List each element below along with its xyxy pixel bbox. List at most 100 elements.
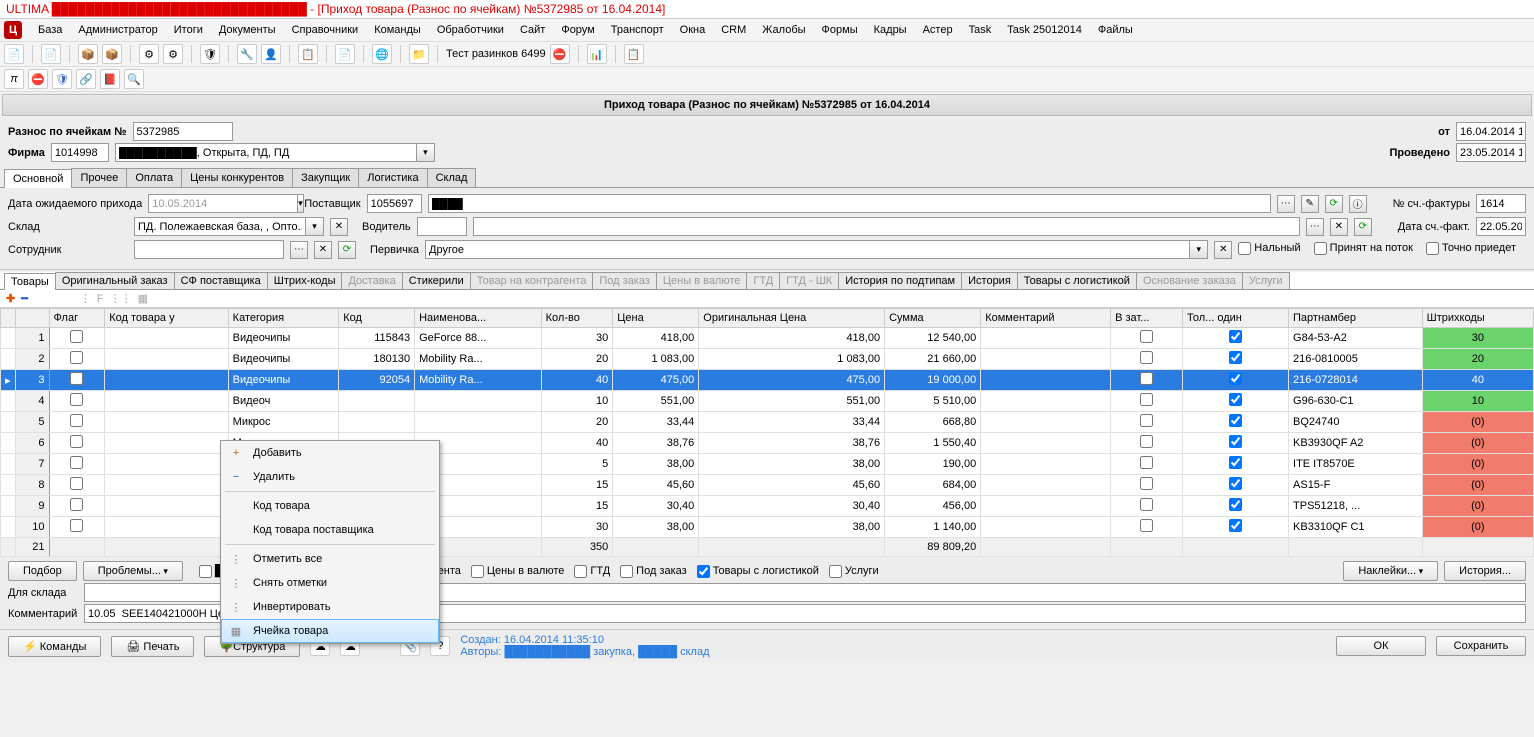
grid-column-header[interactable]: Код: [339, 309, 415, 328]
ctx-item[interactable]: ▦Ячейка товара: [221, 619, 439, 643]
toolbar-icon[interactable]: 📊: [587, 44, 607, 64]
ctx-item[interactable]: Код товара поставщика: [221, 518, 439, 542]
firma-code-input[interactable]: [51, 143, 109, 162]
tab-main[interactable]: Склад: [427, 168, 477, 187]
clear-icon[interactable]: ✕: [1330, 218, 1348, 236]
menu-Транспорт[interactable]: Транспорт: [603, 21, 672, 39]
menu-Task[interactable]: Task: [961, 21, 1000, 39]
table-row[interactable]: 1Видеочипы115843GeForce 88...30418,00418…: [1, 328, 1534, 349]
menu-Документы[interactable]: Документы: [211, 21, 284, 39]
menu-База[interactable]: База: [30, 21, 70, 39]
toolbar-icon[interactable]: 🌐: [372, 44, 392, 64]
firma-text-input[interactable]: [115, 143, 417, 162]
toolbar-icon[interactable]: 👤: [261, 44, 281, 64]
menu-Файлы[interactable]: Файлы: [1090, 21, 1141, 39]
bottom-checkbox[interactable]: Товары с логистикой: [697, 565, 819, 578]
dropdown-icon[interactable]: ▾: [306, 217, 324, 236]
tab-sub[interactable]: Стикерили: [402, 272, 471, 289]
add-row-icon[interactable]: ✚: [6, 292, 15, 305]
toolbar-icon[interactable]: ⚙: [163, 44, 183, 64]
invoice-date-input[interactable]: [1476, 217, 1526, 236]
refresh-icon[interactable]: ⟳: [1325, 195, 1343, 213]
table-row[interactable]: 5Микрос2033,4433,44668,80BQ24740(0): [1, 412, 1534, 433]
dropdown-icon[interactable]: ▾: [1190, 240, 1208, 259]
tab-main[interactable]: Оплата: [126, 168, 182, 187]
grid-column-header[interactable]: Флаг: [49, 309, 105, 328]
ctx-item[interactable]: ⋮Инвертировать: [221, 595, 439, 619]
grid-column-header[interactable]: Оригинальная Цена: [699, 309, 885, 328]
remove-row-icon[interactable]: ━: [21, 292, 28, 305]
ellipsis-icon[interactable]: ⋯: [1277, 195, 1295, 213]
commands-button[interactable]: ⚡ Команды: [8, 636, 101, 657]
ctx-item[interactable]: −Удалить: [221, 465, 439, 489]
save-button[interactable]: Сохранить: [1436, 636, 1526, 656]
grid-column-header[interactable]: Кол-во: [541, 309, 613, 328]
edit-icon[interactable]: ✎: [1301, 195, 1319, 213]
table-row[interactable]: ▸3Видеочипы92054Mobility Ra...40475,0047…: [1, 370, 1534, 391]
toolbar-icon[interactable]: ⚙: [139, 44, 159, 64]
driver-code-input[interactable]: [417, 217, 467, 236]
grid-column-header[interactable]: [15, 309, 49, 328]
toolbar-icon[interactable]: 📋: [624, 44, 644, 64]
ok-button[interactable]: ОК: [1336, 636, 1426, 656]
grid-column-header[interactable]: Комментарий: [981, 309, 1111, 328]
primary-input[interactable]: [425, 240, 1190, 259]
ctx-item[interactable]: ⋮Снять отметки: [221, 571, 439, 595]
clear-icon[interactable]: ✕: [1214, 241, 1232, 259]
menu-Итоги[interactable]: Итоги: [166, 21, 211, 39]
menu-Жалобы[interactable]: Жалобы: [754, 21, 813, 39]
grid-column-header[interactable]: В зат...: [1111, 309, 1183, 328]
date-expected-input[interactable]: [148, 194, 298, 213]
clear-icon[interactable]: ✕: [330, 218, 348, 236]
tab-main[interactable]: Прочее: [71, 168, 127, 187]
menu-Окна[interactable]: Окна: [672, 21, 714, 39]
grid-tool-icon[interactable]: ⋮: [80, 292, 91, 305]
nal-checkbox[interactable]: Нальный: [1238, 242, 1300, 255]
toolbar-icon[interactable]: 📋: [298, 44, 318, 64]
tab-main[interactable]: Цены конкурентов: [181, 168, 293, 187]
link-icon[interactable]: 🔗: [76, 69, 96, 89]
tochno-checkbox[interactable]: Точно приедет: [1426, 242, 1516, 255]
invoice-input[interactable]: [1476, 194, 1526, 213]
menu-CRM[interactable]: CRM: [713, 21, 754, 39]
potok-checkbox[interactable]: Принят на поток: [1314, 242, 1413, 255]
menu-Кадры[interactable]: Кадры: [866, 21, 915, 39]
grid-column-header[interactable]: Код товара у: [105, 309, 228, 328]
grid-column-header[interactable]: Партнамбер: [1289, 309, 1423, 328]
bottom-checkbox[interactable]: Цены в валюте: [471, 565, 565, 578]
toolbar-icon[interactable]: 📄: [4, 44, 24, 64]
refresh-icon[interactable]: ⟳: [1354, 218, 1372, 236]
toolbar-icon[interactable]: 🔧: [237, 44, 257, 64]
toolbar-icon[interactable]: 📦: [78, 44, 98, 64]
tab-sub[interactable]: Товары с логистикой: [1017, 272, 1137, 289]
grid-column-header[interactable]: Тол... один: [1182, 309, 1288, 328]
ctx-item[interactable]: +Добавить: [221, 441, 439, 465]
table-row[interactable]: 2Видеочипы180130Mobility Ra...201 083,00…: [1, 349, 1534, 370]
grid-tool-icon[interactable]: ▦: [138, 292, 148, 305]
clear-icon[interactable]: ✕: [314, 241, 332, 259]
grid-column-header[interactable]: Штрихкоды: [1422, 309, 1533, 328]
tab-sub[interactable]: СФ поставщика: [174, 272, 268, 289]
toolbar-icon[interactable]: 🛡: [200, 44, 220, 64]
toolbar-icon[interactable]: 📄: [335, 44, 355, 64]
ctx-item[interactable]: ⋮Отметить все: [221, 547, 439, 571]
raznos-input[interactable]: [133, 122, 233, 141]
dropdown-icon[interactable]: ▾: [417, 143, 435, 162]
menu-Команды[interactable]: Команды: [366, 21, 429, 39]
stop-icon[interactable]: ⛔: [28, 69, 48, 89]
tab-main[interactable]: Основной: [4, 169, 72, 188]
shield-icon[interactable]: 🛡: [52, 69, 72, 89]
ellipsis-icon[interactable]: ⋯: [290, 241, 308, 259]
problems-button[interactable]: Проблемы...: [83, 561, 183, 581]
supplier-code-input[interactable]: [367, 194, 422, 213]
tab-sub[interactable]: Оригинальный заказ: [55, 272, 175, 289]
refresh-icon[interactable]: ⟳: [338, 241, 356, 259]
info-icon[interactable]: ⓘ: [1349, 195, 1367, 213]
toolbar-icon[interactable]: 📦: [102, 44, 122, 64]
print-button[interactable]: 🖨 Печать: [111, 636, 194, 657]
podbor-button[interactable]: Подбор: [8, 561, 77, 581]
labels-button[interactable]: Наклейки...: [1343, 561, 1438, 581]
menu-Task 25012014[interactable]: Task 25012014: [999, 21, 1090, 39]
search-icon[interactable]: 🔍: [124, 69, 144, 89]
bottom-checkbox[interactable]: Услуги: [829, 565, 879, 578]
